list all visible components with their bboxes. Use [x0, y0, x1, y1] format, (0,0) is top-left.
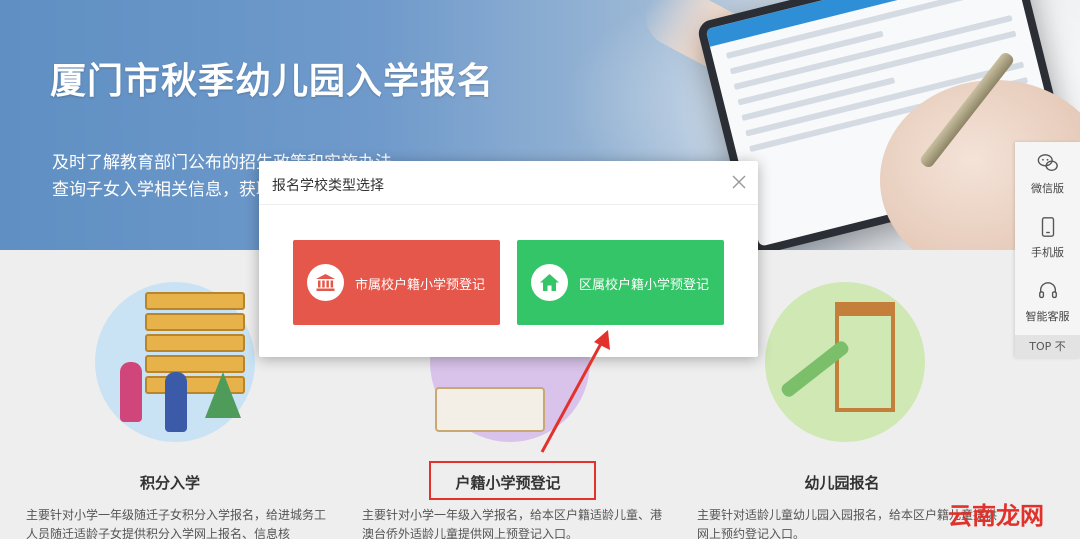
modal-header: 报名学校类型选择	[259, 161, 758, 205]
badge	[531, 264, 568, 301]
school-type-modal: 报名学校类型选择 市属校户籍小学预登记 区属校户籍小学预登记	[259, 161, 758, 357]
close-icon[interactable]	[728, 171, 750, 193]
side-item-smart-service[interactable]: 智能客服	[1015, 270, 1080, 332]
feature-desc-household-registration: 主要针对小学一年级入学报名，给本区户籍适龄儿童、港澳台侨外适龄儿童提供网上预登记…	[362, 508, 663, 539]
badge	[307, 264, 344, 301]
playground-tower-illustration	[835, 302, 895, 412]
feature-title-points-admission[interactable]: 积分入学	[80, 472, 260, 493]
modal-title: 报名学校类型选择	[272, 178, 384, 194]
choice-label: 区属校户籍小学预登记	[579, 278, 710, 293]
district-school-registration-button[interactable]: 区属校户籍小学预登记	[517, 240, 724, 325]
tree-illustration	[205, 372, 241, 418]
annotation-highlight-box	[429, 461, 596, 500]
wechat-icon	[1037, 154, 1058, 172]
home-icon	[540, 274, 559, 291]
headset-icon	[1038, 282, 1057, 299]
feature-desc-points-admission: 主要针对小学一年级随迁子女积分入学报名，给进城务工人员随迁适龄子女提供积分入学网…	[26, 508, 327, 539]
boy-illustration	[165, 372, 187, 432]
feature-title-kindergarten[interactable]: 幼儿园报名	[752, 472, 932, 493]
feature-kindergarten[interactable]	[755, 282, 935, 452]
side-item-wechat[interactable]: 微信版	[1015, 142, 1080, 204]
banner-title: 厦门市秋季幼儿园入学报名	[50, 61, 495, 102]
back-to-top-button[interactable]: TOP 不	[1015, 335, 1080, 358]
city-school-registration-button[interactable]: 市属校户籍小学预登记	[293, 240, 500, 325]
side-item-label: 微信版	[1031, 182, 1064, 195]
side-item-mobile[interactable]: 手机版	[1015, 206, 1080, 268]
watermark-logo: 云南龙网	[948, 502, 1044, 530]
side-toolbar: 微信版 手机版 智能客服 TOP 不	[1015, 142, 1080, 358]
mobile-icon	[1041, 217, 1054, 237]
side-item-label: 智能客服	[1025, 310, 1070, 323]
choice-label: 市属校户籍小学预登记	[355, 278, 486, 293]
bank-building-icon	[316, 274, 335, 291]
feature-points-admission[interactable]	[85, 282, 265, 452]
banner-subtitle-line2: 查询子女入学相关信息，获取	[52, 180, 273, 200]
girl-illustration	[120, 362, 142, 422]
annotation-arrow	[540, 330, 610, 453]
side-item-label: 手机版	[1031, 246, 1064, 259]
